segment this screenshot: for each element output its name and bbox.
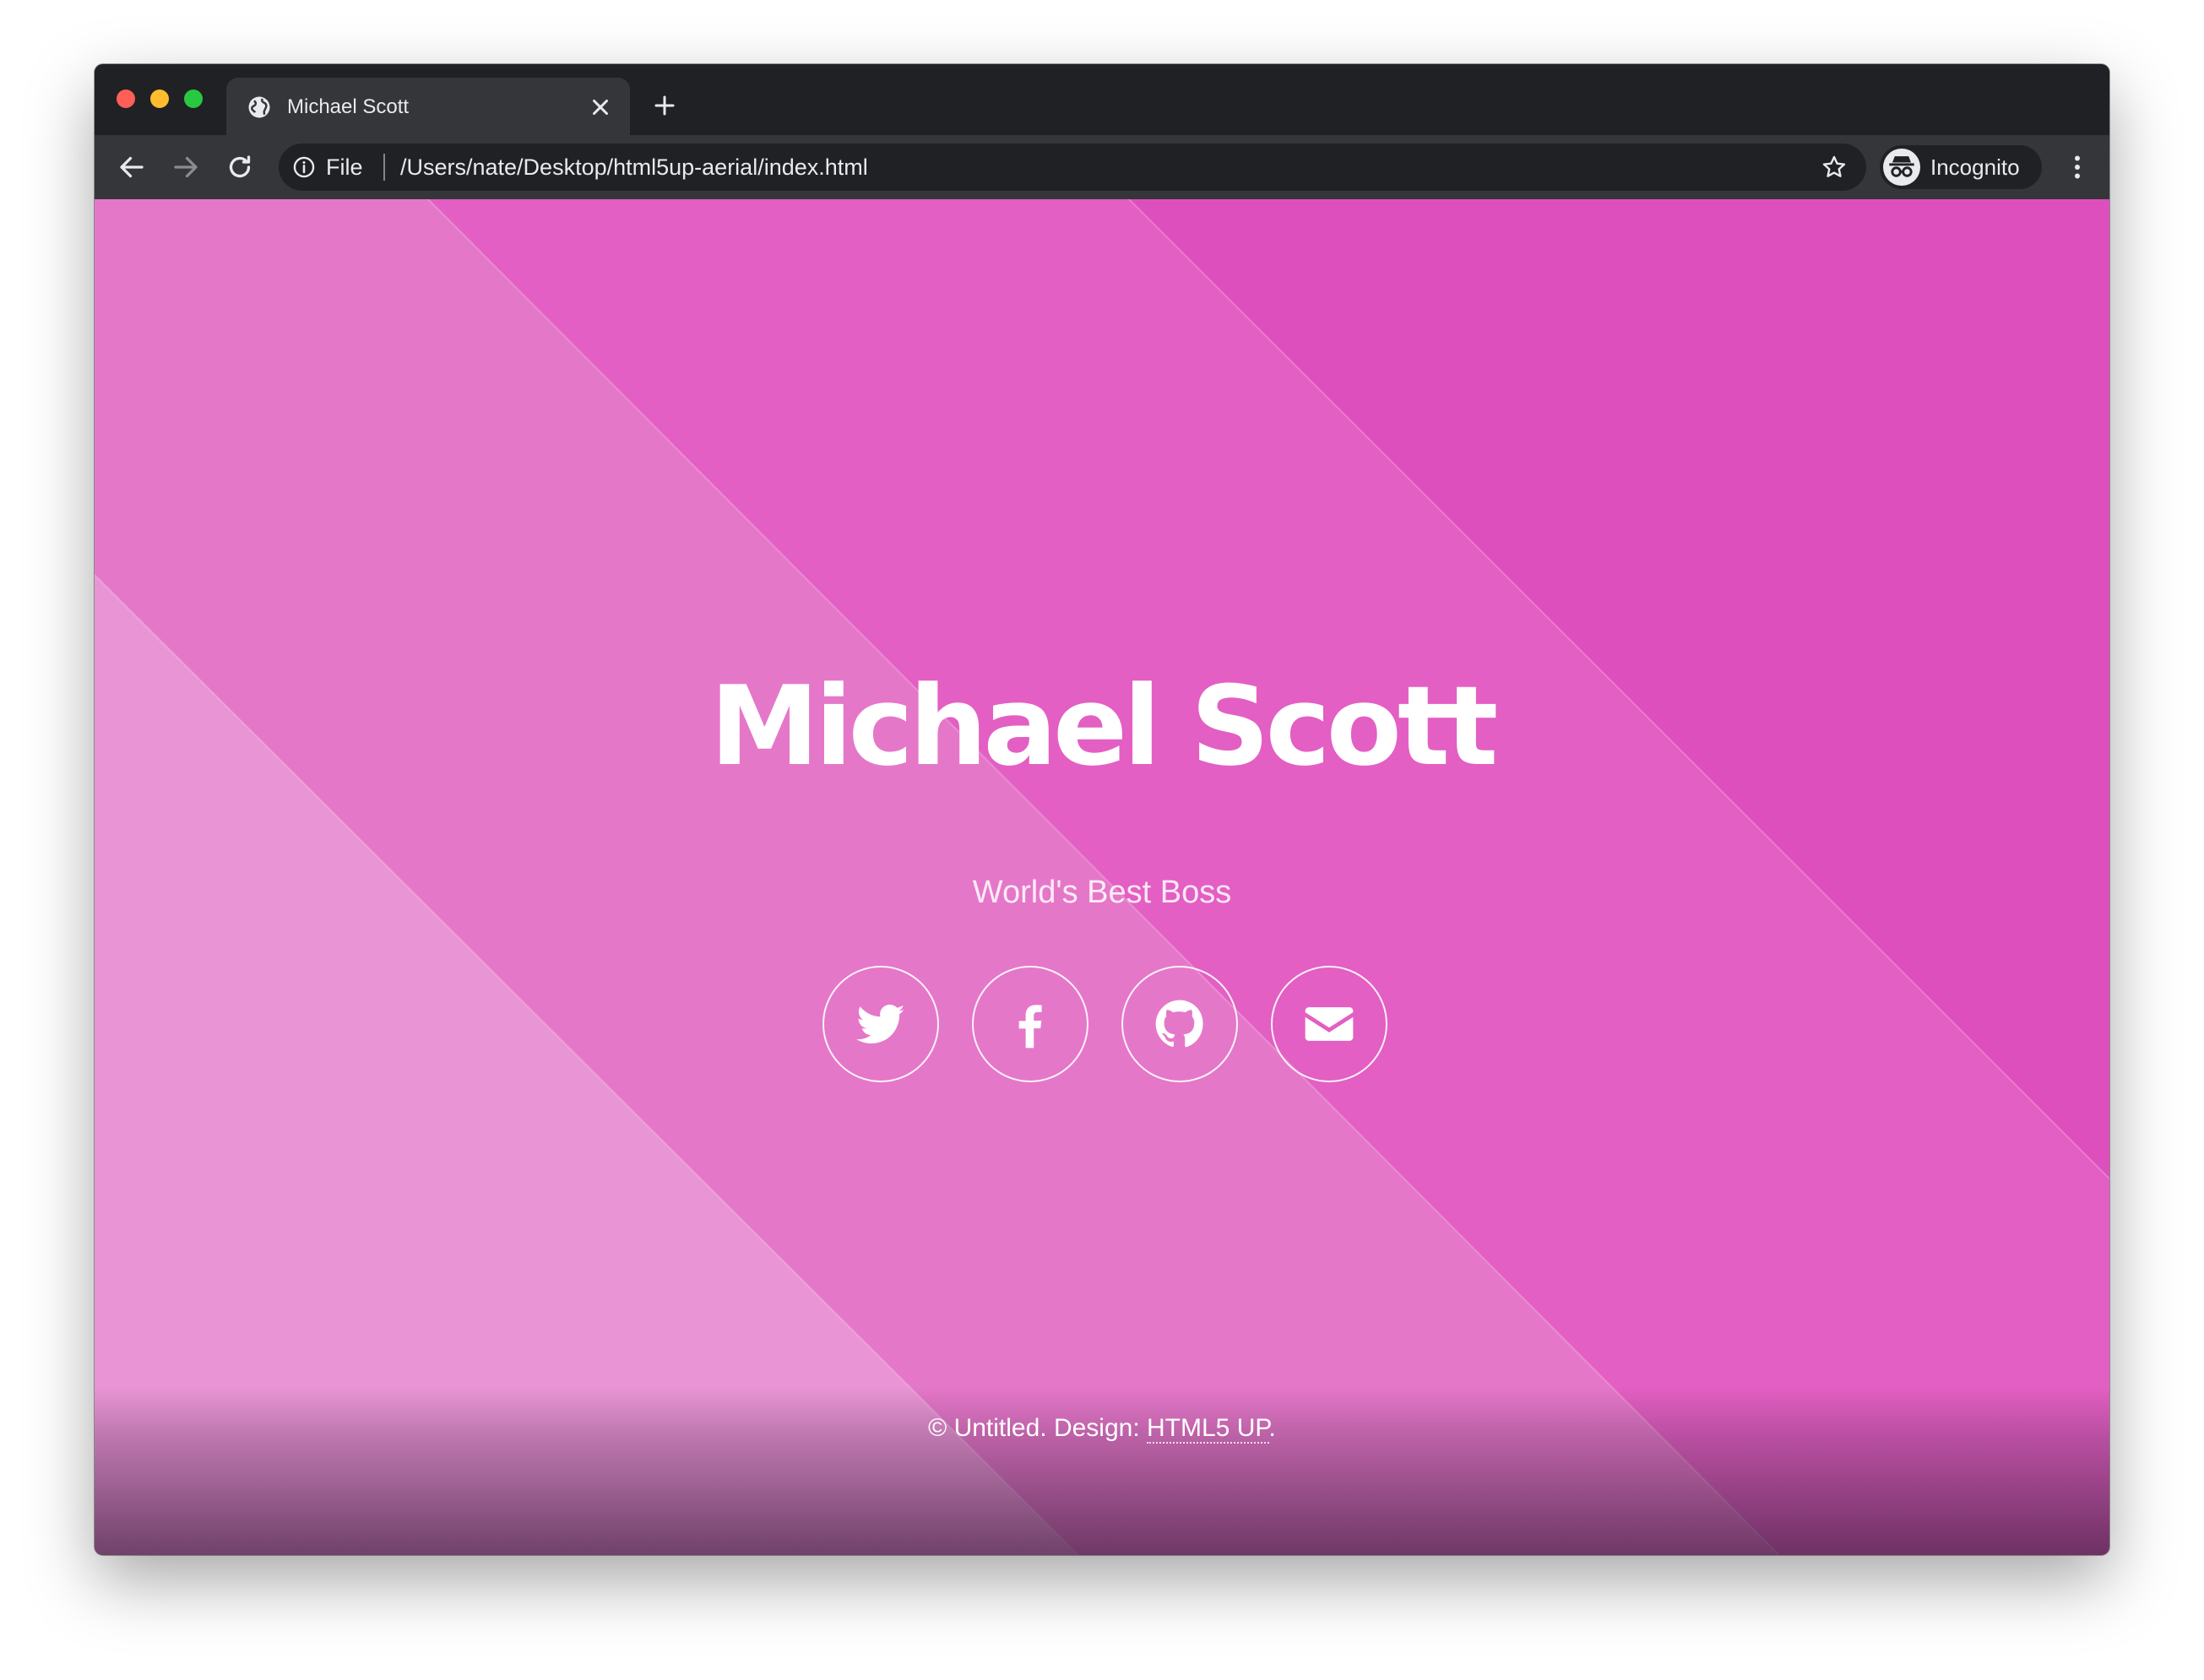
browser-toolbar: File /Users/nate/Desktop/html5up-aerial/… <box>95 135 2109 199</box>
close-tab-icon[interactable] <box>588 95 613 120</box>
page-title: Michael Scott <box>709 662 1499 790</box>
minimize-window-button[interactable] <box>150 89 169 108</box>
address-bar[interactable]: File /Users/nate/Desktop/html5up-aerial/… <box>279 144 1866 191</box>
omnibox-separator <box>383 154 385 181</box>
file-scheme-label: File <box>326 154 363 180</box>
incognito-label: Incognito <box>1930 154 2020 180</box>
email-link[interactable] <box>1271 966 1387 1082</box>
browser-window: Michael Scott File /Users/nate/Desktop/h… <box>95 64 2109 1555</box>
facebook-icon <box>1018 1005 1042 1049</box>
email-icon <box>1305 1007 1354 1041</box>
browser-tab[interactable]: Michael Scott <box>226 78 630 135</box>
page-subtitle: World's Best Boss <box>972 875 1232 910</box>
title-bar: Michael Scott <box>95 64 2109 135</box>
html5up-link[interactable]: HTML5 UP <box>1147 1414 1269 1444</box>
incognito-avatar <box>1883 149 1920 186</box>
github-icon <box>1155 1000 1203 1048</box>
bookmark-star-icon[interactable] <box>1821 154 1848 181</box>
back-arrow-icon[interactable] <box>117 152 147 182</box>
facebook-link[interactable] <box>972 966 1088 1082</box>
url-text[interactable]: /Users/nate/Desktop/html5up-aerial/index… <box>400 154 868 181</box>
new-tab-icon[interactable] <box>652 93 677 118</box>
footer-text: © Untitled. Design: <box>928 1414 1148 1442</box>
info-icon[interactable] <box>292 155 316 179</box>
globe-icon <box>248 96 270 118</box>
maximize-window-button[interactable] <box>184 89 203 108</box>
incognito-icon <box>1889 156 1914 177</box>
twitter-link[interactable] <box>822 966 939 1082</box>
close-window-button[interactable] <box>117 89 135 108</box>
incognito-profile-button[interactable]: Incognito <box>1880 145 2042 189</box>
page-viewport: Michael Scott World's Best Boss © Untitl… <box>95 199 2109 1555</box>
github-link[interactable] <box>1121 966 1238 1082</box>
twitter-icon <box>856 1005 905 1043</box>
forward-arrow-icon[interactable] <box>171 152 201 182</box>
footer-copyright: © Untitled. Design: HTML5 UP. <box>95 1412 2109 1445</box>
reload-icon[interactable] <box>225 152 255 182</box>
footer-period: . <box>1268 1414 1276 1442</box>
tab-title: Michael Scott <box>287 95 410 118</box>
more-menu-icon[interactable] <box>2062 152 2093 182</box>
